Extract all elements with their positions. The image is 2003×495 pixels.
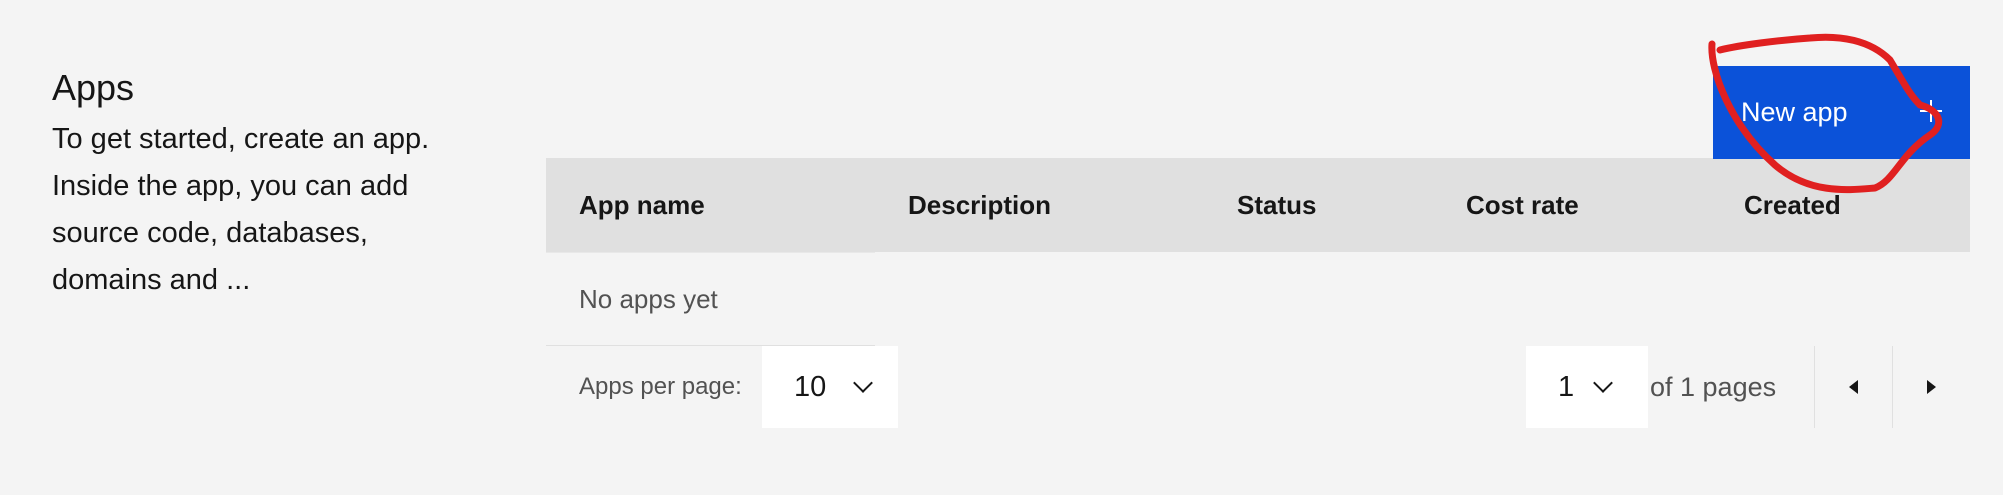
new-app-button-label: New app bbox=[1741, 97, 1848, 127]
page-number-select[interactable]: 1 bbox=[1526, 346, 1648, 428]
apps-table: New app App name Description Status Cost… bbox=[546, 66, 1970, 428]
current-page-value: 1 bbox=[1558, 370, 1575, 403]
column-header-description[interactable]: Description bbox=[875, 190, 1204, 221]
per-page-label: Apps per page: bbox=[579, 373, 742, 400]
chevron-down-icon bbox=[1593, 373, 1614, 393]
table-empty-row: No apps yet bbox=[546, 252, 1970, 346]
column-header-created[interactable]: Created bbox=[1711, 190, 1970, 221]
empty-message: No apps yet bbox=[546, 252, 875, 346]
pagination: Apps per page: 10 1 of 1 pages bbox=[546, 346, 1970, 428]
table-header: App name Description Status Cost rate Cr… bbox=[546, 158, 1970, 252]
caret-right-icon bbox=[1927, 380, 1936, 394]
total-pages-text: of 1 pages bbox=[1650, 371, 1777, 402]
page-title: Apps bbox=[52, 67, 135, 108]
next-page-button[interactable] bbox=[1892, 346, 1970, 428]
table-toolbar: New app bbox=[546, 66, 1970, 159]
chevron-down-icon bbox=[853, 373, 874, 393]
column-header-status[interactable]: Status bbox=[1204, 190, 1433, 221]
add-icon bbox=[1916, 96, 1946, 126]
per-page-select[interactable]: 10 bbox=[762, 346, 898, 428]
apps-intro: Apps To get started, create an app. Insi… bbox=[52, 64, 492, 304]
page-description: To get started, create an app. Inside th… bbox=[52, 123, 430, 296]
column-header-app-name[interactable]: App name bbox=[546, 190, 875, 221]
new-app-button[interactable]: New app bbox=[1713, 66, 1970, 159]
per-page-value: 10 bbox=[794, 370, 827, 403]
caret-left-icon bbox=[1849, 380, 1858, 394]
previous-page-button[interactable] bbox=[1814, 346, 1892, 428]
apps-page: Apps To get started, create an app. Insi… bbox=[0, 0, 2003, 495]
column-header-cost-rate[interactable]: Cost rate bbox=[1433, 190, 1711, 221]
